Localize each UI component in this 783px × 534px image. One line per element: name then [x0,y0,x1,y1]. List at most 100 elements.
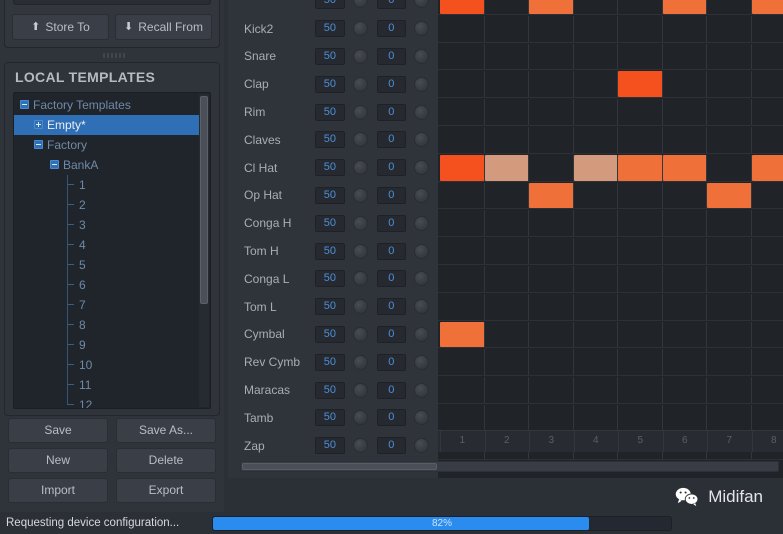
step-cell[interactable] [440,0,485,14]
step-cell[interactable] [751,266,783,292]
step-cell[interactable] [707,43,752,70]
level-knob[interactable] [352,410,368,426]
instrument-level-field[interactable]: 50 [315,131,345,149]
instrument-pan-field[interactable]: 0 [376,409,407,427]
panel-resize-grip[interactable] [94,52,134,59]
step-cell[interactable] [662,238,707,264]
step-cell[interactable] [573,15,618,42]
step-cell[interactable] [573,238,618,264]
collapse-icon[interactable] [20,100,29,109]
pan-knob[interactable] [414,132,429,148]
step-cell[interactable] [573,43,618,70]
step-cell[interactable] [707,266,752,292]
step-cell[interactable] [707,0,752,14]
step-cell[interactable] [484,210,529,237]
import-button[interactable]: Import [8,478,108,503]
level-knob[interactable] [352,76,368,92]
step-cell[interactable] [751,15,783,42]
step-cell[interactable] [662,154,707,181]
step-cell[interactable] [618,127,663,153]
instrument-pan-field[interactable]: 0 [376,353,407,371]
instrument-pan-field[interactable]: 0 [376,325,407,343]
step-cell[interactable] [484,99,529,125]
pan-knob[interactable] [414,0,429,9]
step-cell[interactable] [618,71,663,98]
instrument-pan-field[interactable]: 0 [376,47,407,65]
step-cell[interactable] [662,377,707,403]
tree-item-banka[interactable]: BankA [14,155,199,175]
step-cell[interactable] [618,266,663,292]
tree-item-11[interactable]: 11 [14,375,199,395]
step-cell[interactable] [707,99,752,125]
step-cell[interactable] [707,210,752,237]
step-cell[interactable] [484,182,529,209]
level-knob[interactable] [352,215,368,231]
step-cell[interactable] [618,0,663,14]
step-cell[interactable] [573,349,618,376]
instrument-pan-field[interactable]: 0 [376,437,407,455]
step-cell[interactable] [573,210,618,237]
instrument-level-field[interactable]: 50 [315,298,345,316]
tree-item-10[interactable]: 10 [14,355,199,375]
step-cell[interactable] [484,0,529,14]
level-knob[interactable] [352,48,368,64]
pan-knob[interactable] [414,271,429,287]
step-cell[interactable] [573,266,618,292]
new-button[interactable]: New [8,448,108,473]
step-cell[interactable] [707,349,752,376]
step-cell[interactable] [662,405,707,431]
step-cell[interactable] [751,377,783,403]
step-cell[interactable] [440,182,485,209]
tree-item-1[interactable]: 1 [14,175,199,195]
step-cell[interactable] [751,182,783,209]
instrument-pan-field[interactable]: 0 [376,381,407,399]
pan-knob[interactable] [414,326,429,342]
step-cell[interactable] [662,0,707,14]
step-cell[interactable] [662,293,707,320]
step-cell[interactable] [484,349,529,376]
step-cell[interactable] [618,43,663,70]
step-cell[interactable] [573,377,618,403]
step-cell[interactable] [440,405,485,431]
step-cell[interactable] [662,43,707,70]
step-cell[interactable] [573,99,618,125]
step-cell[interactable] [707,238,752,264]
step-cell[interactable] [751,99,783,125]
save-button[interactable]: Save [8,418,108,443]
tree-item-12[interactable]: 12 [14,395,199,408]
step-cell[interactable] [662,210,707,237]
delete-button[interactable]: Delete [116,448,216,473]
step-cell[interactable] [440,210,485,237]
step-cell[interactable] [440,71,485,98]
step-cell[interactable] [751,210,783,237]
instrument-level-field[interactable]: 50 [315,242,345,260]
step-cell[interactable] [573,127,618,153]
instrument-level-field[interactable]: 50 [315,381,345,399]
expand-icon[interactable] [34,120,43,129]
step-cell[interactable] [529,321,574,348]
instrument-level-field[interactable]: 50 [315,47,345,65]
step-cell[interactable] [529,377,574,403]
step-cell[interactable] [707,15,752,42]
step-cell[interactable] [573,71,618,98]
instrument-pan-field[interactable]: 0 [376,0,407,10]
instrument-pan-field[interactable]: 0 [376,103,407,121]
instrument-level-field[interactable]: 50 [315,325,345,343]
step-cell[interactable] [529,266,574,292]
collapse-icon[interactable] [34,140,43,149]
step-cell[interactable] [484,71,529,98]
step-cell[interactable] [618,405,663,431]
horizontal-scrollbar-thumb[interactable] [242,463,437,470]
step-cell[interactable] [618,15,663,42]
pan-knob[interactable] [414,21,429,37]
level-knob[interactable] [352,299,368,315]
step-cell[interactable] [751,154,783,181]
step-cell[interactable] [707,154,752,181]
store-to-button[interactable]: ⬆ Store To [12,14,109,40]
pan-knob[interactable] [414,187,429,203]
level-knob[interactable] [352,0,368,9]
step-cell[interactable] [618,293,663,320]
step-cell[interactable] [440,321,485,348]
step-cell[interactable] [440,293,485,320]
step-cell[interactable] [484,238,529,264]
